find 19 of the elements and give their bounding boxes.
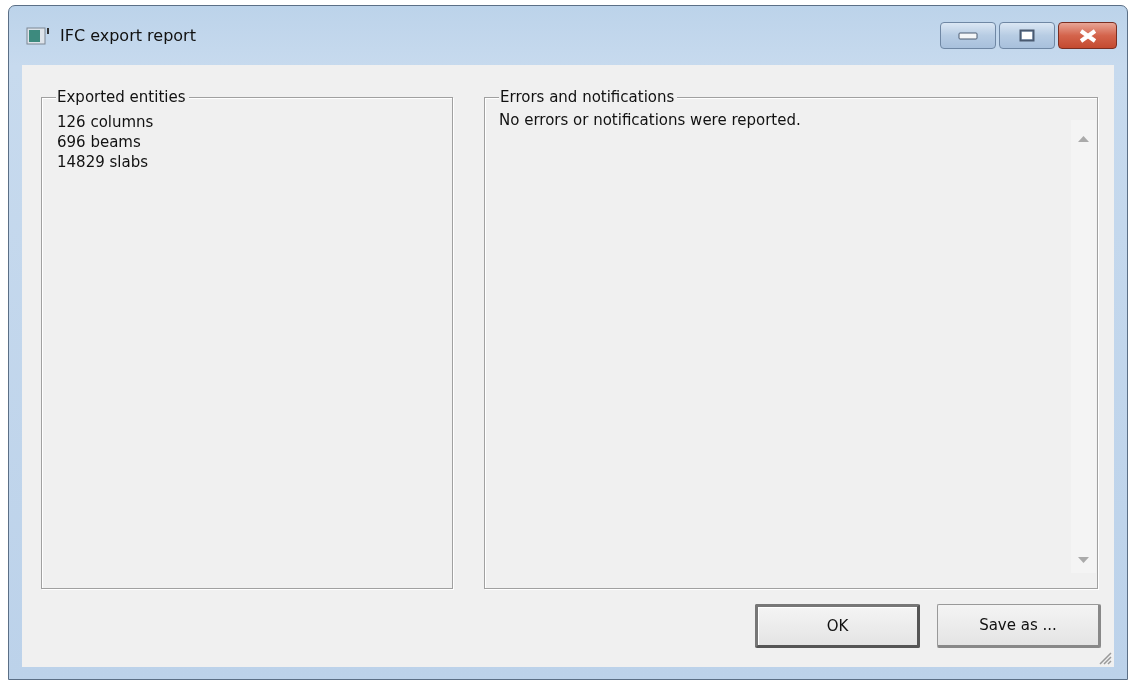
scroll-down-icon[interactable]	[1078, 557, 1089, 563]
minimize-button[interactable]	[940, 22, 996, 49]
scrollbar[interactable]	[1071, 120, 1096, 573]
resize-grip-icon	[1098, 651, 1112, 665]
minimize-icon	[958, 31, 978, 40]
app-icon	[26, 25, 50, 46]
close-button[interactable]	[1058, 22, 1117, 49]
entity-count: 696 beams	[57, 132, 141, 152]
maximize-button[interactable]	[999, 22, 1055, 49]
maximize-icon	[1019, 29, 1035, 42]
save-as-button[interactable]: Save as ...	[937, 604, 1101, 648]
message-text: No errors or notifications were reported.	[499, 111, 801, 129]
entity-count: 14829 slabs	[57, 152, 148, 172]
window-title: IFC export report	[60, 26, 196, 45]
scroll-up-icon[interactable]	[1078, 136, 1089, 142]
group-title: Exported entities	[56, 87, 189, 107]
close-icon	[1077, 28, 1098, 43]
ok-button[interactable]: OK	[755, 604, 920, 648]
entity-count: 126 columns	[57, 112, 154, 132]
